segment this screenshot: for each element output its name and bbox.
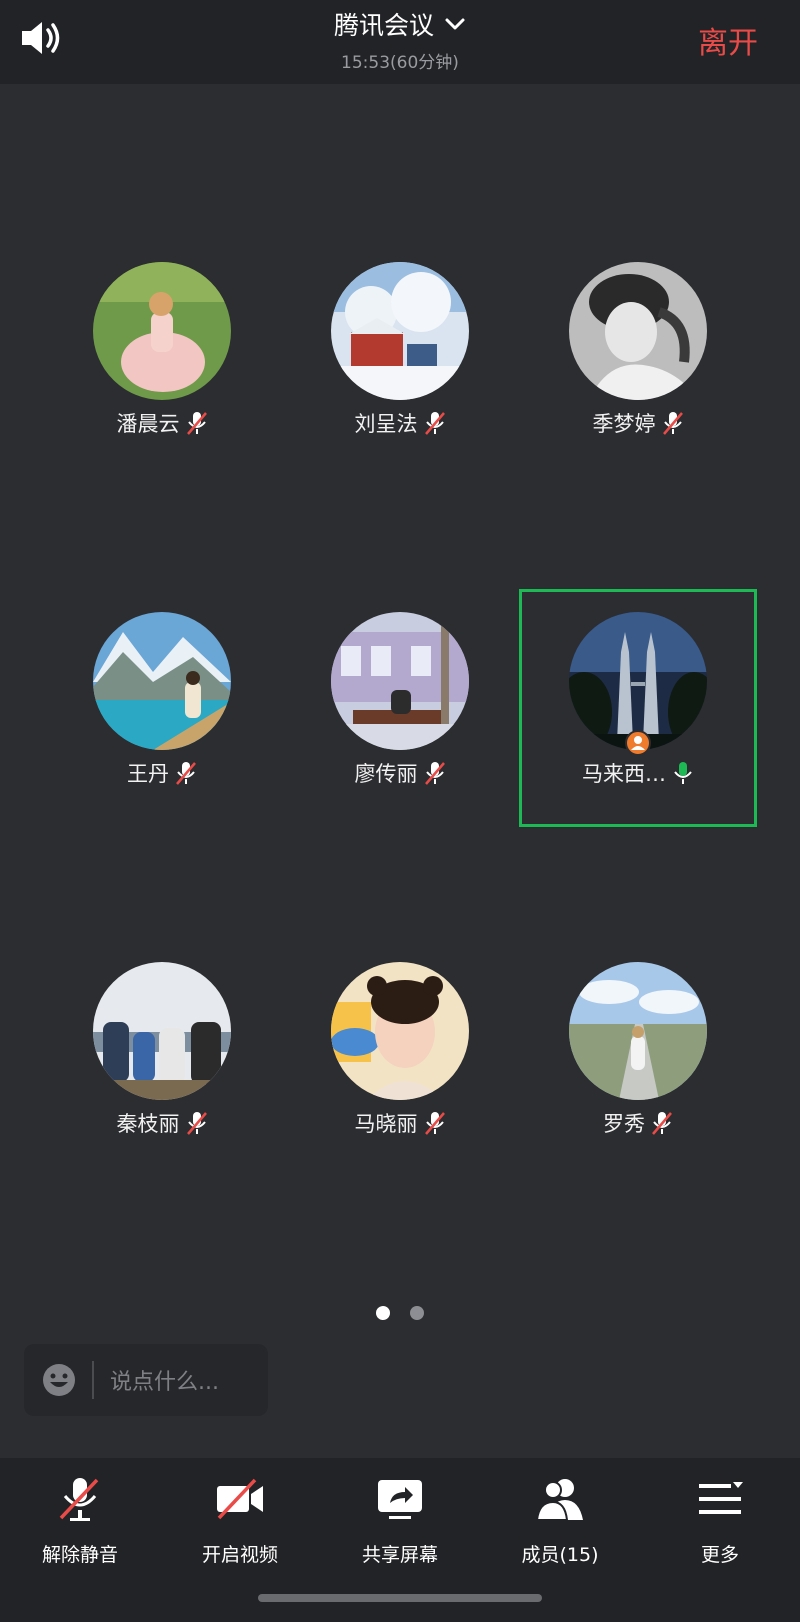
start-video-button[interactable]: 开启视频 — [160, 1474, 320, 1567]
participant-name: 王丹 — [127, 762, 169, 786]
chat-placeholder: 说点什么... — [110, 1370, 219, 1395]
share-screen-icon — [378, 1480, 422, 1519]
mic-muted-icon — [424, 412, 445, 435]
unmute-label: 解除静音 — [41, 1544, 118, 1566]
mic-muted-icon — [424, 1112, 445, 1135]
mic-muted-icon — [652, 1112, 672, 1135]
top-bar: 腾讯会议 15:53(60分钟) 离开 — [0, 0, 800, 84]
mic-muted-icon — [59, 1478, 99, 1521]
mic-muted-icon — [662, 412, 683, 435]
home-indicator[interactable] — [258, 1594, 542, 1602]
avatar — [331, 262, 469, 400]
avatar — [331, 962, 469, 1100]
meeting-time: 15:53(60分钟) — [341, 53, 459, 73]
chat-input[interactable]: 说点什么... — [24, 1344, 268, 1416]
page-indicator[interactable] — [0, 1306, 800, 1320]
members-button[interactable]: 成员(15) — [480, 1474, 640, 1567]
more-button[interactable]: 更多 — [640, 1474, 800, 1567]
participant-tile[interactable]: 罗秀 — [519, 962, 757, 1200]
participant-name: 罗秀 — [603, 1112, 645, 1136]
avatar — [93, 262, 231, 400]
avatar — [569, 962, 707, 1100]
meeting-title: 腾讯会议 — [333, 11, 434, 40]
page-dot[interactable] — [410, 1306, 424, 1320]
avatar — [331, 612, 469, 750]
camera-off-icon — [217, 1478, 263, 1520]
mic-muted-icon — [176, 762, 196, 785]
more-label: 更多 — [700, 1544, 739, 1566]
participant-name: 秦枝丽 — [116, 1112, 180, 1136]
share-screen-label: 共享屏幕 — [361, 1544, 438, 1566]
start-video-label: 开启视频 — [201, 1544, 278, 1566]
active-speaker-frame — [519, 589, 757, 827]
participant-tile[interactable]: 秦枝丽 — [43, 962, 281, 1200]
share-screen-button[interactable]: 共享屏幕 — [320, 1474, 480, 1567]
avatar — [93, 612, 231, 750]
participant-tile[interactable]: 潘晨云 — [43, 262, 281, 500]
participant-tile[interactable]: 季梦婷 — [519, 262, 757, 500]
meeting-title-block[interactable]: 腾讯会议 15:53(60分钟) — [0, 6, 800, 73]
participant-name: 潘晨云 — [116, 412, 180, 436]
participant-name: 廖传丽 — [354, 762, 418, 786]
participant-tile[interactable]: 王丹 — [43, 612, 281, 850]
participant-name: 刘呈法 — [354, 412, 418, 436]
mic-muted-icon — [186, 1112, 207, 1135]
members-icon — [535, 1479, 583, 1521]
chevron-down-icon — [445, 18, 465, 30]
mic-muted-icon — [424, 762, 445, 785]
chat-divider — [92, 1361, 94, 1399]
participant-name: 季梦婷 — [592, 412, 656, 436]
leave-button[interactable]: 离开 — [698, 18, 758, 62]
page-dot-active[interactable] — [376, 1306, 390, 1320]
members-label: 成员(15) — [521, 1544, 599, 1566]
avatar — [569, 262, 707, 400]
participant-tile[interactable]: 刘呈法 — [281, 262, 519, 500]
mic-muted-icon — [186, 412, 207, 435]
unmute-button[interactable]: 解除静音 — [0, 1474, 160, 1567]
more-menu-icon — [699, 1482, 743, 1514]
avatar — [93, 962, 231, 1100]
emoji-icon[interactable] — [42, 1363, 76, 1397]
participant-name: 马晓丽 — [354, 1112, 418, 1136]
participant-tile[interactable]: 马晓丽 — [281, 962, 519, 1200]
participant-tile[interactable]: 廖传丽 — [281, 612, 519, 850]
